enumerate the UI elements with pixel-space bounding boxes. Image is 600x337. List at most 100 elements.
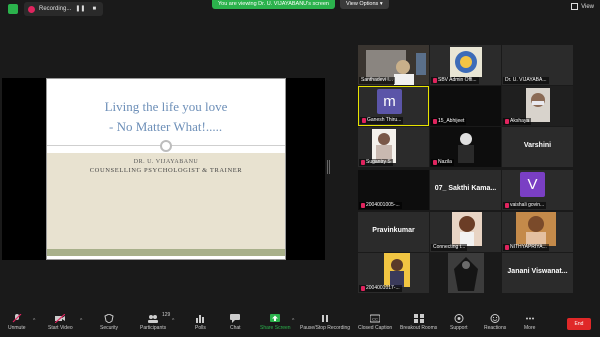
presentation-slide: Living the life you love - No Matter Wha…	[46, 78, 286, 260]
shield-icon	[104, 314, 114, 323]
participant-name: Ganesh Thiru...	[367, 117, 402, 123]
support-button[interactable]: Support	[450, 314, 468, 331]
breakout-rooms-button[interactable]: Breakout Rooms	[400, 314, 437, 331]
participant-tile[interactable]: Akshaya	[502, 86, 573, 126]
participant-tile[interactable]: 07_ Sakthi Kama...	[430, 170, 501, 210]
stop-recording-icon[interactable]: ■	[89, 4, 99, 14]
share-options-caret-icon[interactable]: ^	[292, 318, 294, 324]
participant-label: 15_Abhijeet	[431, 118, 467, 125]
participant-tile[interactable]: Santhadevi I...	[358, 45, 429, 85]
participant-name: vaishali govin...	[510, 202, 545, 208]
participant-name: Connecting t...	[433, 244, 466, 250]
resize-handle[interactable]	[327, 160, 330, 174]
unmute-button[interactable]: Unmute	[8, 314, 26, 331]
security-button[interactable]: Security	[100, 314, 118, 331]
participant-tile[interactable]: Connecting t...	[430, 212, 501, 252]
participant-tile[interactable]	[430, 253, 501, 293]
security-label: Security	[100, 325, 119, 331]
polls-icon	[195, 314, 205, 323]
participants-count: 129	[162, 312, 171, 318]
participant-label: Sugantry S	[359, 159, 393, 166]
viewing-screen-banner: You are viewing Dr. U. VIJAYABANU's scre…	[212, 0, 335, 9]
participant-tile-active-speaker[interactable]: m Ganesh Thiru...	[358, 86, 429, 126]
participant-avatar: V	[520, 172, 545, 197]
closed-caption-button[interactable]: CC Closed Caption	[358, 314, 392, 331]
slide-speaker-name: DR. U. VIJAYABANU	[133, 159, 199, 165]
audio-options-caret-icon[interactable]: ^	[33, 318, 35, 324]
video-off-icon	[55, 314, 66, 323]
participant-tile[interactable]: Dr. U. VIJAYABA...	[502, 45, 573, 85]
participant-name: 2004001017-...	[366, 285, 400, 291]
participant-avatar: m	[377, 89, 402, 114]
closed-caption-label: Closed Caption	[358, 325, 393, 331]
participant-tile[interactable]: V vaishali govin...	[502, 170, 573, 210]
breakout-rooms-icon	[413, 314, 424, 323]
participant-tile[interactable]: Sugantry S	[358, 127, 429, 167]
participant-tile[interactable]: Janani Viswanat...	[502, 253, 573, 293]
top-bar: Recording... ❚❚ ■ You are viewing Dr. U.…	[0, 0, 600, 18]
more-label: More	[524, 325, 536, 331]
more-icon	[525, 314, 535, 323]
end-meeting-button[interactable]: End	[567, 318, 591, 330]
shared-screen: Living the life you love - No Matter Wha…	[2, 78, 325, 260]
participant-label: 2004001017-...	[359, 285, 402, 292]
participant-tile[interactable]: 2004001017-...	[358, 253, 429, 293]
view-button[interactable]: View	[571, 3, 594, 10]
chat-label: Chat	[230, 325, 241, 331]
pause-icon	[320, 314, 330, 323]
participant-tile[interactable]: 15_Abhijeet	[430, 86, 501, 126]
participants-label: Participants	[140, 325, 167, 331]
participant-label: Akshaya	[503, 118, 532, 125]
participant-label: Ganesh Thiru...	[360, 117, 404, 124]
mic-muted-icon	[505, 245, 509, 250]
participant-label: Nazila	[431, 159, 454, 166]
reactions-button[interactable]: Reactions	[484, 314, 506, 331]
mic-muted-icon	[361, 286, 365, 291]
participants-caret-icon[interactable]: ^	[172, 318, 174, 324]
participant-tile[interactable]: SBV Admin Offi...	[430, 45, 501, 85]
meeting-toolbar: Unmute ^ Start Video ^ Security Particip…	[0, 312, 600, 337]
participant-tile[interactable]: NITHYAPRIYA...	[502, 212, 573, 252]
participant-tile[interactable]: Varshini	[502, 127, 573, 167]
more-button[interactable]: More	[524, 314, 535, 331]
record-dot-icon	[28, 5, 35, 13]
participant-tile[interactable]: Nazila	[430, 127, 501, 167]
participant-video	[430, 253, 501, 293]
slide-title-line2: - No Matter What!.....	[109, 119, 223, 134]
pause-recording-icon[interactable]: ❚❚	[75, 4, 85, 14]
participant-label: Santhadevi I...	[359, 77, 395, 84]
recording-label: Recording...	[39, 6, 72, 12]
participant-name: Akshaya	[510, 118, 530, 124]
participant-label: vaishali govin...	[503, 202, 547, 209]
participant-label: Connecting t...	[431, 244, 468, 251]
video-options-caret-icon[interactable]: ^	[80, 318, 82, 324]
chat-icon	[230, 314, 241, 323]
participant-tile[interactable]: 2004001005-...	[358, 170, 429, 210]
participant-name: Sugantry S	[366, 159, 391, 165]
pause-recording-button[interactable]: Pause/Stop Recording	[300, 314, 350, 331]
view-options-label: View Options	[346, 1, 379, 7]
reactions-icon	[490, 314, 500, 323]
participant-label: Dr. U. VIJAYABA...	[503, 77, 549, 84]
grid-view-icon	[571, 3, 579, 10]
participant-name: 15_Abhijeet	[438, 118, 465, 124]
share-screen-icon	[270, 314, 281, 323]
start-video-button[interactable]: Start Video	[48, 314, 73, 331]
reactions-label: Reactions	[484, 325, 507, 331]
start-video-label: Start Video	[48, 325, 73, 331]
participant-name: Nazila	[438, 159, 452, 165]
participant-name-center: Janani Viswanat...	[507, 268, 568, 275]
support-label: Support	[450, 325, 468, 331]
mic-muted-icon	[362, 118, 366, 123]
chat-button[interactable]: Chat	[230, 314, 241, 331]
share-screen-button[interactable]: Share Screen	[260, 314, 291, 331]
participants-icon	[148, 314, 159, 323]
breakout-rooms-label: Breakout Rooms	[400, 325, 438, 331]
polls-button[interactable]: Polls	[195, 314, 206, 331]
participant-name: NITHYAPRIYA...	[510, 244, 547, 250]
shield-icon[interactable]	[8, 4, 18, 14]
view-options-button[interactable]: View Options ▾	[340, 0, 389, 9]
recording-indicator: Recording... ❚❚ ■	[24, 2, 104, 16]
slide-title-line1: Living the life you love	[104, 99, 228, 114]
participant-tile[interactable]: Pravinkumar	[358, 212, 429, 252]
